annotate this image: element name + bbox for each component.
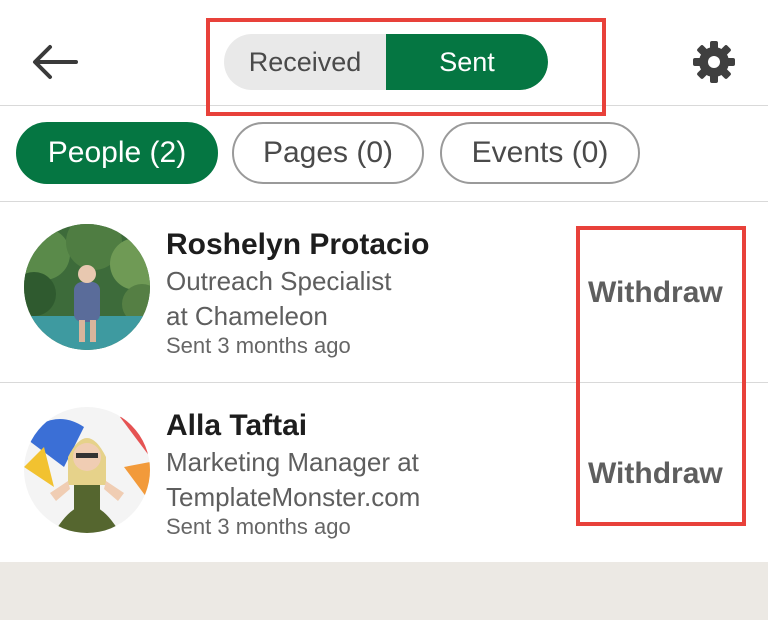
person-name[interactable]: Roshelyn Protacio [166,228,429,262]
headline-line: Outreach Specialist [166,266,392,296]
highlight-box-withdraw [576,226,746,526]
avatar[interactable] [24,407,150,533]
arrow-left-icon[interactable] [28,38,80,86]
gear-icon[interactable] [690,38,738,86]
avatar[interactable] [24,224,150,350]
person-headline: Outreach Specialist at Chameleon [166,264,566,334]
filter-pages[interactable]: Pages (0) [232,122,424,184]
bottom-background [0,562,768,620]
headline-line: Marketing Manager at [166,447,419,477]
filter-people[interactable]: People (2) [16,122,218,184]
sent-time: Sent 3 months ago [166,333,351,358]
filter-bar: People (2) Pages (0) Events (0) [0,106,768,202]
headline-line: at Chameleon [166,301,328,331]
person-name[interactable]: Alla Taftai [166,409,307,443]
sent-time: Sent 3 months ago [166,514,351,539]
person-headline: Marketing Manager at TemplateMonster.com [166,445,566,515]
highlight-box-toggle [206,18,606,116]
headline-line: TemplateMonster.com [166,482,421,512]
filter-events[interactable]: Events (0) [440,122,640,184]
